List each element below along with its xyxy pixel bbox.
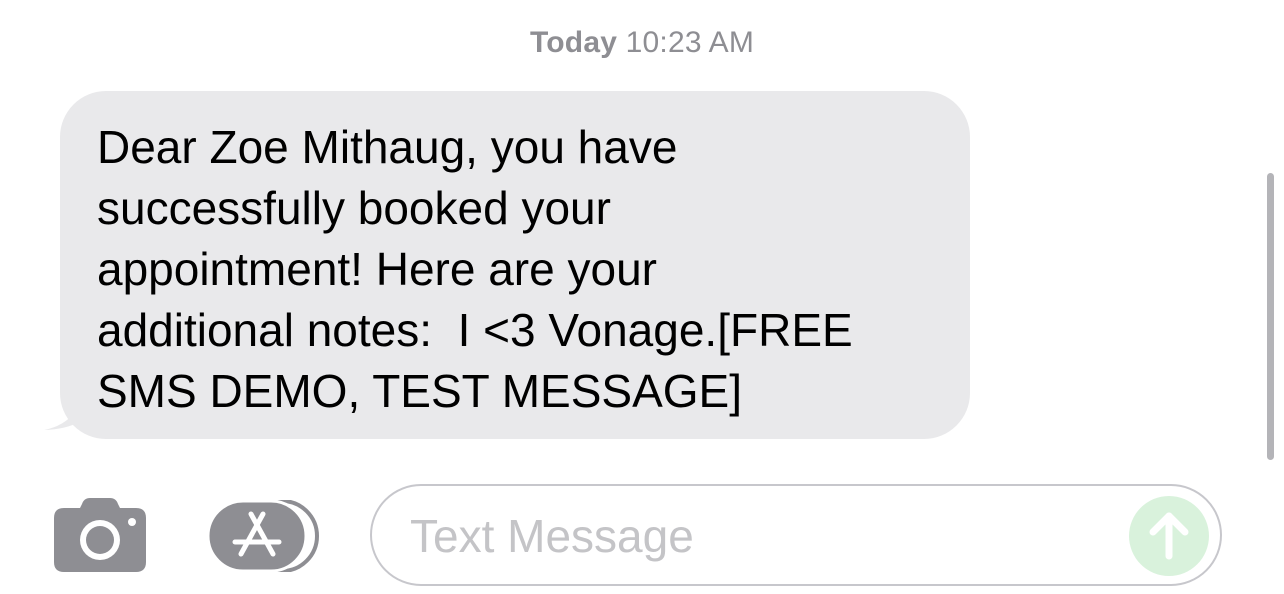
messages-screen: Today 10:23 AM Dear Zoe Mithaug, you hav… — [0, 0, 1284, 594]
app-store-button[interactable] — [206, 499, 321, 573]
incoming-message[interactable]: Dear Zoe Mithaug, you have successfully … — [44, 91, 974, 441]
send-button[interactable] — [1129, 496, 1209, 576]
message-bubble[interactable]: Dear Zoe Mithaug, you have successfully … — [60, 91, 970, 439]
camera-icon — [54, 498, 146, 572]
timestamp-time: 10:23 AM — [625, 26, 755, 59]
timestamp-day: Today — [529, 26, 618, 59]
message-text: Dear Zoe Mithaug, you have successfully … — [97, 121, 853, 417]
camera-button[interactable] — [54, 498, 146, 572]
scrollbar[interactable] — [1267, 173, 1274, 460]
text-message-input[interactable] — [410, 504, 1110, 568]
app-store-icon — [206, 499, 319, 573]
arrow-up-icon — [1149, 512, 1189, 560]
message-composer[interactable] — [370, 484, 1222, 586]
message-timestamp: Today 10:23 AM — [0, 26, 1284, 60]
